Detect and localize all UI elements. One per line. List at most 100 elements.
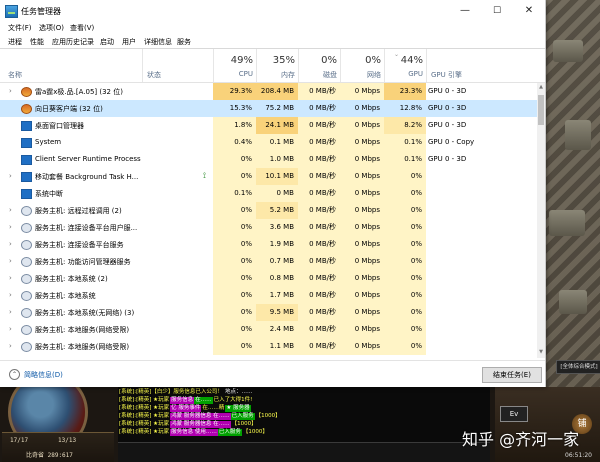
chat-mode-label[interactable]: [全体综合模式] <box>556 360 600 374</box>
window-icon <box>21 121 32 131</box>
table-row[interactable]: › 服务主机: 功能访问管理器服务 0% 0.7 MB 0 MB/秒 0 Mbps 0% <box>0 253 537 270</box>
chat-segment: 【1000】 <box>231 421 257 427</box>
process-name: 移动套餐 Background Task H... <box>35 173 139 181</box>
expand-chevron-icon[interactable]: › <box>9 172 12 180</box>
less-details-link[interactable]: 简略信息(D) <box>24 370 63 380</box>
cell-network: 0 Mbps <box>340 321 384 338</box>
column-cpu[interactable]: 49% CPU <box>213 49 257 82</box>
column-gpu[interactable]: 44% GPU <box>384 49 427 82</box>
tab-startup[interactable]: 启动 <box>98 37 116 48</box>
cell-disk: 0 MB/秒 <box>298 321 340 338</box>
table-row[interactable]: System 0.4% 0.1 MB 0 MB/秒 0 Mbps 0.1% GPU 0 - … <box>0 134 537 151</box>
column-header: 名称 状态 49% CPU 35% 内存 0% 磁盘 0% 网络 44% GPU… <box>0 49 545 83</box>
end-task-button[interactable]: 结束任务(E) <box>482 367 542 383</box>
process-name: 服务主机: 连接设备平台服务 <box>35 241 124 249</box>
column-memory[interactable]: 35% 内存 <box>256 49 299 82</box>
tab-services[interactable]: 服务 <box>175 37 193 48</box>
expand-chevron-icon[interactable]: › <box>9 291 12 299</box>
mp-value: 13/13 <box>58 437 77 444</box>
cell-disk: 0 MB/秒 <box>298 304 340 321</box>
expand-chevron-icon[interactable]: › <box>9 325 12 333</box>
tab-performance[interactable]: 性能 <box>28 37 46 48</box>
table-row[interactable]: › 服务主机: 本地服务(网络受限) 0% 2.4 MB 0 MB/秒 0 Mbps 0% <box>0 321 537 338</box>
chat-segment: 【1000】 <box>255 413 281 419</box>
tab-app-history[interactable]: 应用历史记录 <box>50 37 96 48</box>
cell-cpu: 0% <box>213 321 256 338</box>
table-row[interactable]: 系统中断 0.1% 0 MB 0 MB/秒 0 Mbps 0% <box>0 185 537 202</box>
table-row[interactable]: 桌面窗口管理器 1.8% 24.1 MB 0 MB/秒 0 Mbps 8.2% GPU 0 … <box>0 117 537 134</box>
cell-gpu: 0% <box>384 321 426 338</box>
expand-chevron-icon[interactable]: › <box>9 87 12 95</box>
cell-cpu: 29.3% <box>213 83 256 100</box>
service-gear-icon <box>21 342 32 352</box>
column-name[interactable]: 名称 <box>0 49 142 82</box>
column-gpu-engine[interactable]: GPU 引擎 <box>426 49 538 82</box>
service-gear-icon <box>21 257 32 267</box>
collapse-icon[interactable]: ⌃ <box>9 369 20 380</box>
cell-gpu: 0% <box>384 287 426 304</box>
cell-disk: 0 MB/秒 <box>298 236 340 253</box>
cell-memory: 2.4 MB <box>256 321 298 338</box>
chat-segment: [系统]:[精英] ★玩家 <box>119 397 170 403</box>
table-row[interactable]: › 服务主机: 本地系统 (2) 0% 0.8 MB 0 MB/秒 0 Mbps 0% <box>0 270 537 287</box>
table-row[interactable]: › 服务主机: 本地系统 0% 1.7 MB 0 MB/秒 0 Mbps 0% <box>0 287 537 304</box>
cell-cpu: 0.1% <box>213 185 256 202</box>
window-icon <box>21 172 32 182</box>
chat-segment: 已入服务 <box>230 413 255 420</box>
expand-chevron-icon[interactable]: › <box>9 274 12 282</box>
tab-users[interactable]: 用户 <box>120 37 138 48</box>
scroll-up-icon[interactable]: ▲ <box>538 84 544 92</box>
tab-details[interactable]: 详细信息 <box>142 37 174 48</box>
chat-segment: 服务信息 使用…… <box>170 429 218 436</box>
expand-chevron-icon[interactable]: › <box>9 240 12 248</box>
cell-cpu: 0% <box>213 253 256 270</box>
chat-input[interactable] <box>118 442 490 462</box>
table-row[interactable]: › 服务主机: 本地服务(网络受限) 0% 1.1 MB 0 MB/秒 0 Mbps 0% <box>0 338 537 355</box>
tab-processes[interactable]: 进程 <box>6 37 24 48</box>
table-row[interactable]: › 服务主机: 本地系统(无网络) (3) 0% 9.5 MB 0 MB/秒 0 Mbps… <box>0 304 537 321</box>
cell-gpu: 0% <box>384 338 426 355</box>
table-row[interactable]: › 服务主机: 远程过程调用 (2) 0% 5.2 MB 0 MB/秒 0 Mbps 0% <box>0 202 537 219</box>
chat-segment: 在…… <box>194 397 213 404</box>
network-label: 网络 <box>367 71 381 79</box>
cell-gpu: 0% <box>384 253 426 270</box>
chat-line: [系统]:[精英]【白少】服务信息已入公司！ 地点：…… <box>118 389 253 396</box>
chat-segment: ★ 服务器 <box>225 405 251 412</box>
table-row[interactable]: › 雷a霆x极.品.[A.05] (32 位) 29.3% 208.4 MB 0 MB/… <box>0 83 537 100</box>
cell-cpu: 1.8% <box>213 117 256 134</box>
table-row[interactable]: › 服务主机: 连接设备平台服务 0% 1.9 MB 0 MB/秒 0 Mbps 0% <box>0 236 537 253</box>
table-row[interactable]: › 移动套餐 Background Task H... ⟟ 0% 10.1 MB 0 MB… <box>0 168 537 185</box>
cell-gpu: 0.1% <box>384 134 426 151</box>
cell-gpu: 0% <box>384 236 426 253</box>
expand-chevron-icon[interactable]: › <box>9 223 12 231</box>
scroll-down-icon[interactable]: ▼ <box>538 349 544 357</box>
scrollbar[interactable]: ▲ ▼ <box>537 83 545 358</box>
menu-options[interactable]: 选项(O) <box>39 23 64 33</box>
hud-badge[interactable]: Ev <box>500 406 528 422</box>
expand-chevron-icon[interactable]: › <box>9 206 12 214</box>
column-status-label: 状态 <box>147 71 161 79</box>
table-row[interactable]: Client Server Runtime Process 0% 1.0 MB 0 M… <box>0 151 537 168</box>
column-status[interactable]: 状态 <box>142 49 214 82</box>
expand-chevron-icon[interactable]: › <box>9 342 12 350</box>
service-gear-icon <box>21 240 32 250</box>
cell-disk: 0 MB/秒 <box>298 287 340 304</box>
column-network[interactable]: 0% 网络 <box>340 49 385 82</box>
table-row[interactable]: 向日葵客户端 (32 位) 15.3% 75.2 MB 0 MB/秒 0 Mbps 12.… <box>0 100 537 117</box>
cell-cpu: 0% <box>213 151 256 168</box>
process-name: 服务主机: 功能访问管理器服务 <box>35 258 131 266</box>
close-button[interactable]: ✕ <box>513 0 545 22</box>
expand-chevron-icon[interactable]: › <box>9 257 12 265</box>
menu-view[interactable]: 查看(V) <box>70 23 94 33</box>
scrollbar-thumb[interactable] <box>538 95 544 125</box>
hp-panel: 17/17 13/13 比奇省 289:617 <box>2 432 114 462</box>
process-name: 桌面窗口管理器 <box>35 122 84 130</box>
menu-file[interactable]: 文件(F) <box>8 23 32 33</box>
cell-gpu: 0.1% <box>384 151 426 168</box>
maximize-button[interactable]: ☐ <box>481 0 513 22</box>
column-disk[interactable]: 0% 磁盘 <box>298 49 341 82</box>
expand-chevron-icon[interactable]: › <box>9 308 12 316</box>
table-row[interactable]: › 服务主机: 连接设备平台用户服... 0% 3.6 MB 0 MB/秒 0 Mbps 0… <box>0 219 537 236</box>
minimize-button[interactable]: — <box>449 0 481 22</box>
title-bar[interactable]: 任务管理器 — ☐ ✕ <box>0 0 545 22</box>
